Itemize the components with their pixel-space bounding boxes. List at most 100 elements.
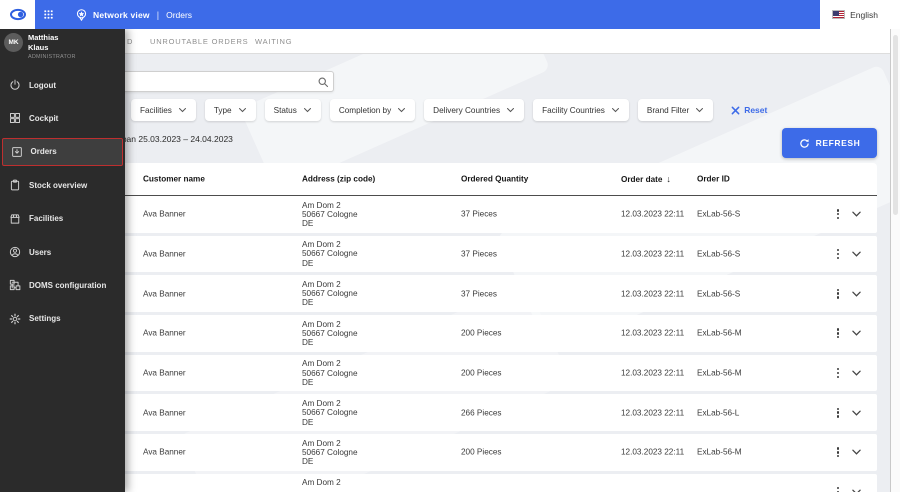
column-header-order-id[interactable]: Order ID bbox=[697, 175, 730, 184]
ordered-quantity-cell: 37 Pieces bbox=[461, 209, 497, 219]
column-header-address[interactable]: Address (zip code) bbox=[302, 175, 375, 184]
orders-table: Customer name Address (zip code) Ordered… bbox=[125, 163, 877, 492]
row-expand-chevron-icon[interactable] bbox=[851, 448, 862, 457]
row-actions-kebab-icon[interactable] bbox=[833, 406, 843, 420]
refresh-label: REFRESH bbox=[815, 138, 861, 148]
row-actions-kebab-icon[interactable] bbox=[833, 207, 843, 221]
filter-chip-row: Facilities Type Status Completion by Deliver… bbox=[125, 99, 767, 121]
chevron-down-icon bbox=[178, 106, 187, 114]
section-title: Network view bbox=[93, 9, 150, 20]
sidebar-item-facilities[interactable]: Facilities bbox=[0, 205, 125, 233]
sidebar-item-stock-overview[interactable]: Stock overview bbox=[0, 171, 125, 199]
row-expand-chevron-icon[interactable] bbox=[851, 408, 862, 417]
filter-chip-brand-filter[interactable]: Brand Filter bbox=[637, 99, 714, 121]
table-row[interactable]: Ava Banner Am Dom 2 50667 Cologne DE 37 Piec… bbox=[125, 235, 877, 273]
sidebar-item-logout[interactable]: Logout bbox=[0, 71, 125, 99]
language-selector[interactable]: English bbox=[832, 0, 878, 29]
top-app-bar: Network view | Orders English bbox=[0, 0, 900, 29]
order-id-cell: ExLab-56-S bbox=[697, 289, 741, 299]
row-expand-chevron-icon[interactable] bbox=[851, 329, 862, 338]
address-cell: Am Dom 2 50667 Cologne DE bbox=[302, 200, 358, 229]
ordered-quantity-cell: 37 Pieces bbox=[461, 249, 497, 259]
sidebar-item-settings[interactable]: Settings bbox=[0, 305, 125, 333]
scrollbar-thumb[interactable] bbox=[893, 35, 898, 215]
filter-chip-label: Facilities bbox=[140, 105, 172, 115]
sidebar-item-orders[interactable]: Orders bbox=[2, 137, 123, 166]
ordered-quantity-cell: 266 Pieces bbox=[461, 408, 502, 418]
row-expand-chevron-icon[interactable] bbox=[851, 369, 862, 378]
filter-chip-label: Delivery Countries bbox=[433, 105, 501, 115]
filter-chip-facility-countries[interactable]: Facility Countries bbox=[533, 99, 629, 121]
table-row[interactable]: Ava Banner Am Dom 2 50667 Cologne DE 200 Pie… bbox=[125, 434, 877, 471]
tab-d[interactable]: D bbox=[127, 29, 133, 54]
search-icon[interactable] bbox=[313, 76, 333, 88]
table-header-row: Customer name Address (zip code) Ordered… bbox=[125, 163, 877, 196]
sidebar-item-cockpit[interactable]: Cockpit bbox=[0, 104, 125, 132]
filter-chip-facilities[interactable]: Facilities bbox=[131, 99, 196, 121]
filter-chip-label: Completion by bbox=[338, 105, 392, 115]
reset-label: Reset bbox=[744, 105, 768, 115]
row-expand-chevron-icon[interactable] bbox=[851, 488, 862, 492]
apps-grid-icon[interactable] bbox=[40, 0, 56, 29]
brand-logo bbox=[0, 0, 35, 29]
row-actions-kebab-icon[interactable] bbox=[833, 326, 843, 340]
customer-name-cell: Ava Banner bbox=[143, 368, 186, 378]
sidebar-item-doms-configuration[interactable]: DOMS configuration bbox=[0, 271, 125, 299]
sort-descending-icon[interactable]: ↓ bbox=[666, 174, 671, 184]
search-input[interactable] bbox=[125, 76, 313, 87]
table-row[interactable]: Ava Banner Am Dom 2 50667 Cologne DE 200 Pie… bbox=[125, 315, 877, 352]
logo-icon bbox=[9, 8, 26, 21]
filter-chip-delivery-countries[interactable]: Delivery Countries bbox=[424, 99, 525, 121]
sidebar-item-label: Users bbox=[29, 247, 52, 257]
us-flag-icon bbox=[832, 10, 846, 19]
order-date-cell: 12.03.2023 22:11 bbox=[621, 447, 685, 457]
filter-chip-status[interactable]: Status bbox=[264, 99, 321, 121]
vertical-scrollbar[interactable] bbox=[890, 29, 900, 492]
table-row[interactable]: Ava Banner Am Dom 2 50667 Cologne DE 37 Piec… bbox=[125, 275, 877, 312]
dashboard-icon bbox=[9, 112, 21, 124]
row-actions-kebab-icon[interactable] bbox=[833, 287, 843, 301]
ordered-quantity-cell: 200 Pieces bbox=[461, 328, 502, 338]
table-row[interactable]: Ava Banner Am Dom 2 50667 Cologne DE 37 Piec… bbox=[125, 196, 877, 233]
tab-waiting[interactable]: WAITING bbox=[255, 29, 292, 54]
row-expand-chevron-icon[interactable] bbox=[851, 249, 862, 258]
order-id-cell: ExLab-56-S bbox=[697, 209, 741, 219]
search-box[interactable] bbox=[125, 71, 334, 92]
order-date-cell: 12.03.2023 22:11 bbox=[621, 289, 685, 299]
sidebar-item-label: Facilities bbox=[29, 214, 64, 224]
filter-chip-label: Facility Countries bbox=[542, 105, 605, 115]
column-header-order-date[interactable]: Order date ↓ bbox=[621, 174, 671, 184]
filter-chip-type[interactable]: Type bbox=[204, 99, 256, 121]
row-actions-kebab-icon[interactable] bbox=[833, 366, 843, 380]
address-cell: Am Dom 2 50667 Cologne DE bbox=[302, 240, 358, 268]
user-circle-icon bbox=[9, 246, 21, 258]
filter-chip-completion-by[interactable]: Completion by bbox=[329, 99, 416, 121]
breadcrumb: Network view | Orders bbox=[75, 0, 192, 29]
column-header-customer-name[interactable]: Customer name bbox=[143, 175, 205, 184]
column-header-ordered-quantity[interactable]: Ordered Quantity bbox=[461, 175, 528, 184]
sidebar-item-label: Settings bbox=[29, 314, 61, 324]
customer-name-cell: Ava Banner bbox=[143, 289, 186, 299]
chevron-down-icon bbox=[695, 106, 704, 114]
sidebar: MK Matthias Klaus ADMINISTRATOR Logout Co… bbox=[0, 29, 125, 492]
sidebar-item-users[interactable]: Users bbox=[0, 238, 125, 266]
refresh-button[interactable]: REFRESH bbox=[782, 128, 877, 158]
close-icon bbox=[731, 106, 740, 114]
row-expand-chevron-icon[interactable] bbox=[851, 289, 862, 298]
table-row[interactable]: Am Dom 2 bbox=[125, 473, 877, 492]
orders-box-icon bbox=[11, 146, 23, 158]
reset-filters-button[interactable]: Reset bbox=[731, 105, 767, 115]
order-id-cell: ExLab-56-S bbox=[697, 249, 741, 259]
sidebar-item-label: DOMS configuration bbox=[29, 280, 107, 290]
row-actions-kebab-icon[interactable] bbox=[833, 485, 843, 492]
customer-name-cell: Ava Banner bbox=[143, 328, 186, 338]
customer-name-cell: Ava Banner bbox=[143, 408, 186, 418]
tab-unroutable-orders[interactable]: UNROUTABLE ORDERS bbox=[150, 29, 248, 54]
table-row[interactable]: Ava Banner Am Dom 2 50667 Cologne DE 266 Pie… bbox=[125, 394, 877, 431]
row-expand-chevron-icon[interactable] bbox=[851, 210, 862, 219]
orders-page: Facilities Type Status Completion by Deliver… bbox=[0, 0, 900, 492]
row-actions-kebab-icon[interactable] bbox=[833, 247, 843, 261]
row-actions-kebab-icon[interactable] bbox=[833, 445, 843, 459]
table-row[interactable]: Ava Banner Am Dom 2 50667 Cologne DE 200 Pie… bbox=[125, 354, 877, 392]
chevron-down-icon bbox=[238, 106, 247, 114]
